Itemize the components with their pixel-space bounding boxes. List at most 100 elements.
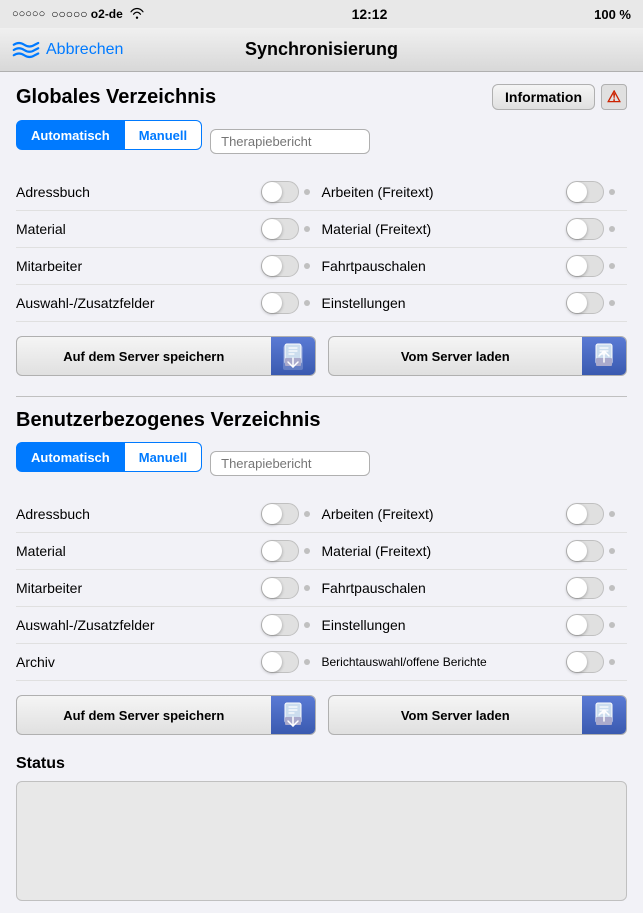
seg-auto-user[interactable]: Automatisch bbox=[16, 442, 125, 472]
toggle-arbeiten-global[interactable] bbox=[566, 181, 615, 203]
toggle-row-berichte-user: Berichtauswahl/offene Berichte bbox=[322, 644, 628, 681]
toggle-einstellungen-global[interactable] bbox=[566, 292, 615, 314]
load-server-btn-user[interactable]: Vom Server laden bbox=[328, 695, 628, 735]
toggle-auswahl-user[interactable] bbox=[261, 614, 310, 636]
section-user: Benutzerbezogenes Verzeichnis Automatisc… bbox=[16, 409, 627, 735]
toggle-row-mitarbeiter-user: Mitarbeiter bbox=[16, 570, 322, 607]
save-server-label-global: Auf dem Server speichern bbox=[17, 341, 271, 372]
toggle-row-material-freitext-global: Material (Freitext) bbox=[322, 211, 628, 248]
save-server-btn-user[interactable]: Auf dem Server speichern bbox=[16, 695, 316, 735]
section-global-title: Globales Verzeichnis bbox=[16, 86, 216, 109]
label-auswahl-global: Auswahl-/Zusatzfelder bbox=[16, 295, 155, 311]
label-archiv-user: Archiv bbox=[16, 654, 55, 670]
toggle-grid-global: Adressbuch Material Mitarbeiter bbox=[16, 174, 627, 322]
status-battery: 100 % bbox=[594, 7, 631, 22]
toggle-adressbuch-user[interactable] bbox=[261, 503, 310, 525]
toggle-material-freitext-global[interactable] bbox=[566, 218, 615, 240]
section-global-header: Globales Verzeichnis Information ⚠ bbox=[16, 84, 627, 110]
toggle-row-arbeiten-global: Arbeiten (Freitext) bbox=[322, 174, 628, 211]
nav-bar: Abbrechen Synchronisierung bbox=[0, 28, 643, 72]
label-arbeiten-global: Arbeiten (Freitext) bbox=[322, 184, 434, 200]
status-section-label: Status bbox=[16, 755, 627, 773]
action-row-user: Auf dem Server speichern Vom Server lade… bbox=[16, 695, 627, 735]
label-adressbuch-user: Adressbuch bbox=[16, 506, 90, 522]
status-box bbox=[16, 781, 627, 901]
load-server-icon-global bbox=[582, 337, 626, 375]
left-col-user: Adressbuch Material Mitarbeiter bbox=[16, 496, 322, 681]
toggle-material-global[interactable] bbox=[261, 218, 310, 240]
section-global: Globales Verzeichnis Information ⚠ Autom… bbox=[16, 84, 627, 376]
load-server-btn-global[interactable]: Vom Server laden bbox=[328, 336, 628, 376]
main-content: Globales Verzeichnis Information ⚠ Autom… bbox=[0, 72, 643, 913]
section-user-title: Benutzerbezogenes Verzeichnis bbox=[16, 409, 321, 432]
toggle-row-arbeiten-user: Arbeiten (Freitext) bbox=[322, 496, 628, 533]
info-button[interactable]: Information bbox=[492, 84, 595, 110]
load-server-icon-user bbox=[582, 696, 626, 734]
toggle-row-adressbuch-user: Adressbuch bbox=[16, 496, 322, 533]
nav-title: Synchronisierung bbox=[245, 39, 398, 60]
toggle-arbeiten-user[interactable] bbox=[566, 503, 615, 525]
status-left: ○○○○○ ○○○○○ o2-de bbox=[12, 7, 145, 22]
toggle-mitarbeiter-global[interactable] bbox=[261, 255, 310, 277]
label-mitarbeiter-global: Mitarbeiter bbox=[16, 258, 82, 274]
toggle-row-material-freitext-user: Material (Freitext) bbox=[322, 533, 628, 570]
save-server-icon-user bbox=[271, 696, 315, 734]
toggle-row-auswahl-user: Auswahl-/Zusatzfelder bbox=[16, 607, 322, 644]
seg-manual-user[interactable]: Manuell bbox=[125, 442, 202, 472]
toggle-material-freitext-user[interactable] bbox=[566, 540, 615, 562]
toggle-row-mitarbeiter-global: Mitarbeiter bbox=[16, 248, 322, 285]
toggle-row-einstellungen-global: Einstellungen bbox=[322, 285, 628, 322]
toggle-material-user[interactable] bbox=[261, 540, 310, 562]
signal-dots: ○○○○○ bbox=[12, 8, 45, 20]
section-user-header: Benutzerbezogenes Verzeichnis bbox=[16, 409, 627, 432]
toggle-fahrt-global[interactable] bbox=[566, 255, 615, 277]
label-einstellungen-user: Einstellungen bbox=[322, 617, 406, 633]
toggle-archiv-user[interactable] bbox=[261, 651, 310, 673]
status-section: Status bbox=[16, 755, 627, 901]
label-fahrt-global: Fahrtpauschalen bbox=[322, 258, 426, 274]
left-col-global: Adressbuch Material Mitarbeiter bbox=[16, 174, 322, 322]
segmented-control-user: Automatisch Manuell bbox=[16, 442, 202, 472]
toggle-row-auswahl-global: Auswahl-/Zusatzfelder bbox=[16, 285, 322, 322]
toggle-row-archiv-user: Archiv bbox=[16, 644, 322, 681]
toggle-row-material-global: Material bbox=[16, 211, 322, 248]
save-server-icon-global bbox=[271, 337, 315, 375]
toggle-row-material-user: Material bbox=[16, 533, 322, 570]
right-col-global: Arbeiten (Freitext) Material (Freitext) … bbox=[322, 174, 628, 322]
carrier-label: ○○○○○ o2-de bbox=[51, 7, 123, 21]
warning-symbol: ⚠ bbox=[607, 87, 621, 107]
toggle-row-fahrt-global: Fahrtpauschalen bbox=[322, 248, 628, 285]
therapiebericht-input-global[interactable] bbox=[210, 129, 370, 154]
section-global-actions: Information ⚠ bbox=[492, 84, 627, 110]
seg-manual-global[interactable]: Manuell bbox=[125, 120, 202, 150]
therapiebericht-input-user[interactable] bbox=[210, 451, 370, 476]
right-col-user: Arbeiten (Freitext) Material (Freitext) … bbox=[322, 496, 628, 681]
section-divider bbox=[16, 396, 627, 397]
label-adressbuch-global: Adressbuch bbox=[16, 184, 90, 200]
toggle-row-adressbuch-global: Adressbuch bbox=[16, 174, 322, 211]
save-server-btn-global[interactable]: Auf dem Server speichern bbox=[16, 336, 316, 376]
load-server-label-global: Vom Server laden bbox=[329, 341, 583, 372]
label-mitarbeiter-user: Mitarbeiter bbox=[16, 580, 82, 596]
label-material-freitext-global: Material (Freitext) bbox=[322, 221, 432, 237]
segmented-control-global: Automatisch Manuell bbox=[16, 120, 202, 150]
warning-icon: ⚠ bbox=[601, 84, 627, 110]
label-auswahl-user: Auswahl-/Zusatzfelder bbox=[16, 617, 155, 633]
seg-auto-global[interactable]: Automatisch bbox=[16, 120, 125, 150]
status-time: 12:12 bbox=[352, 6, 388, 22]
toggle-einstellungen-user[interactable] bbox=[566, 614, 615, 636]
label-arbeiten-user: Arbeiten (Freitext) bbox=[322, 506, 434, 522]
wifi-icon bbox=[129, 7, 145, 22]
load-server-label-user: Vom Server laden bbox=[329, 700, 583, 731]
toggle-adressbuch-global[interactable] bbox=[261, 181, 310, 203]
label-material-freitext-user: Material (Freitext) bbox=[322, 543, 432, 559]
toggle-berichte-user[interactable] bbox=[566, 651, 615, 673]
action-row-global: Auf dem Server speichern Vom Server lade… bbox=[16, 336, 627, 376]
toggle-mitarbeiter-user[interactable] bbox=[261, 577, 310, 599]
cancel-button[interactable]: Abbrechen bbox=[12, 39, 123, 61]
label-material-global: Material bbox=[16, 221, 66, 237]
toggle-auswahl-global[interactable] bbox=[261, 292, 310, 314]
cancel-label: Abbrechen bbox=[46, 41, 123, 59]
label-einstellungen-global: Einstellungen bbox=[322, 295, 406, 311]
toggle-fahrt-user[interactable] bbox=[566, 577, 615, 599]
